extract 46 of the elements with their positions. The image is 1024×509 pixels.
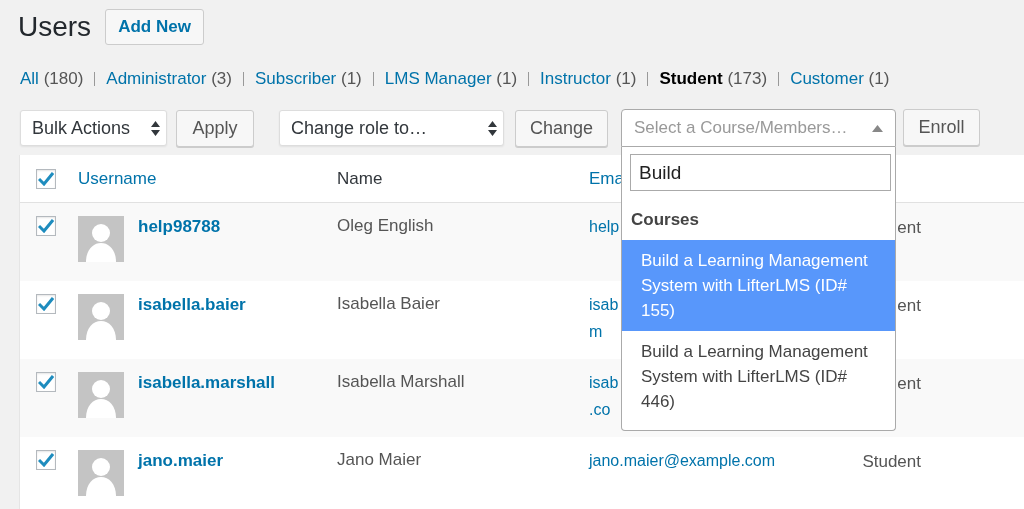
- checkbox[interactable]: [36, 294, 56, 314]
- username-link[interactable]: isabella.baier: [138, 295, 246, 315]
- course-option[interactable]: Build a Learning Management System with LifterLMS (ID# 155): [622, 240, 895, 331]
- up-down-arrows-icon: [151, 120, 160, 136]
- role-filter-link[interactable]: Subscriber (1): [255, 69, 362, 89]
- group-label: Courses: [630, 209, 701, 231]
- avatar-icon: [78, 450, 124, 496]
- name-text: Isabella Marshall: [337, 372, 465, 391]
- checkbox[interactable]: [36, 216, 56, 236]
- course-select[interactable]: Select a Course/Members…: [621, 109, 896, 147]
- role-text: Student: [862, 452, 921, 473]
- checkbox[interactable]: [36, 372, 56, 392]
- name-text: Jano Maier: [337, 450, 422, 469]
- checkbox[interactable]: [36, 168, 56, 189]
- role-text: ent: [897, 218, 921, 239]
- up-down-arrows-icon: [488, 120, 497, 136]
- change-role-select[interactable]: Change role to…: [279, 110, 504, 146]
- name-text: Isabella Baier: [337, 294, 440, 313]
- avatar-icon: [78, 294, 124, 340]
- email-link[interactable]: jano.maier@example.com: [589, 447, 819, 474]
- role-filter-link[interactable]: Student (173): [659, 69, 768, 89]
- search-field[interactable]: Build: [630, 154, 891, 191]
- apply-button[interactable]: Apply: [176, 109, 254, 147]
- enroll-button[interactable]: Enroll: [903, 108, 980, 146]
- add-new-button[interactable]: Add New: [105, 9, 204, 45]
- column-header: Name: [337, 168, 383, 188]
- username-link[interactable]: isabella.marshall: [138, 373, 276, 393]
- role-text: ent: [897, 374, 921, 395]
- change-button[interactable]: Change: [515, 109, 608, 147]
- bulk-actions-select[interactable]: Bulk Actions: [20, 110, 167, 146]
- role-filter-link[interactable]: Administrator (3): [106, 69, 232, 89]
- username-link[interactable]: help98788: [138, 217, 221, 237]
- role-text: ent: [897, 296, 921, 317]
- role-filter-link[interactable]: All (180): [20, 69, 84, 89]
- page-title: Users: [18, 11, 92, 43]
- avatar-icon: [78, 216, 124, 262]
- checkbox[interactable]: [36, 450, 56, 470]
- caret-up-icon: [872, 124, 883, 132]
- avatar-icon: [78, 372, 124, 418]
- role-filter-link[interactable]: Customer (1): [790, 69, 890, 89]
- username-link[interactable]: jano.maier: [138, 451, 224, 471]
- role-filter-link[interactable]: LMS Manager (1): [384, 69, 518, 89]
- column-header[interactable]: Username: [78, 168, 157, 188]
- name-text: Oleg English: [337, 216, 434, 235]
- course-option[interactable]: Build a Learning Management System with LifterLMS (ID# 446): [622, 331, 895, 422]
- role-filter-link[interactable]: Instructor (1): [540, 69, 637, 89]
